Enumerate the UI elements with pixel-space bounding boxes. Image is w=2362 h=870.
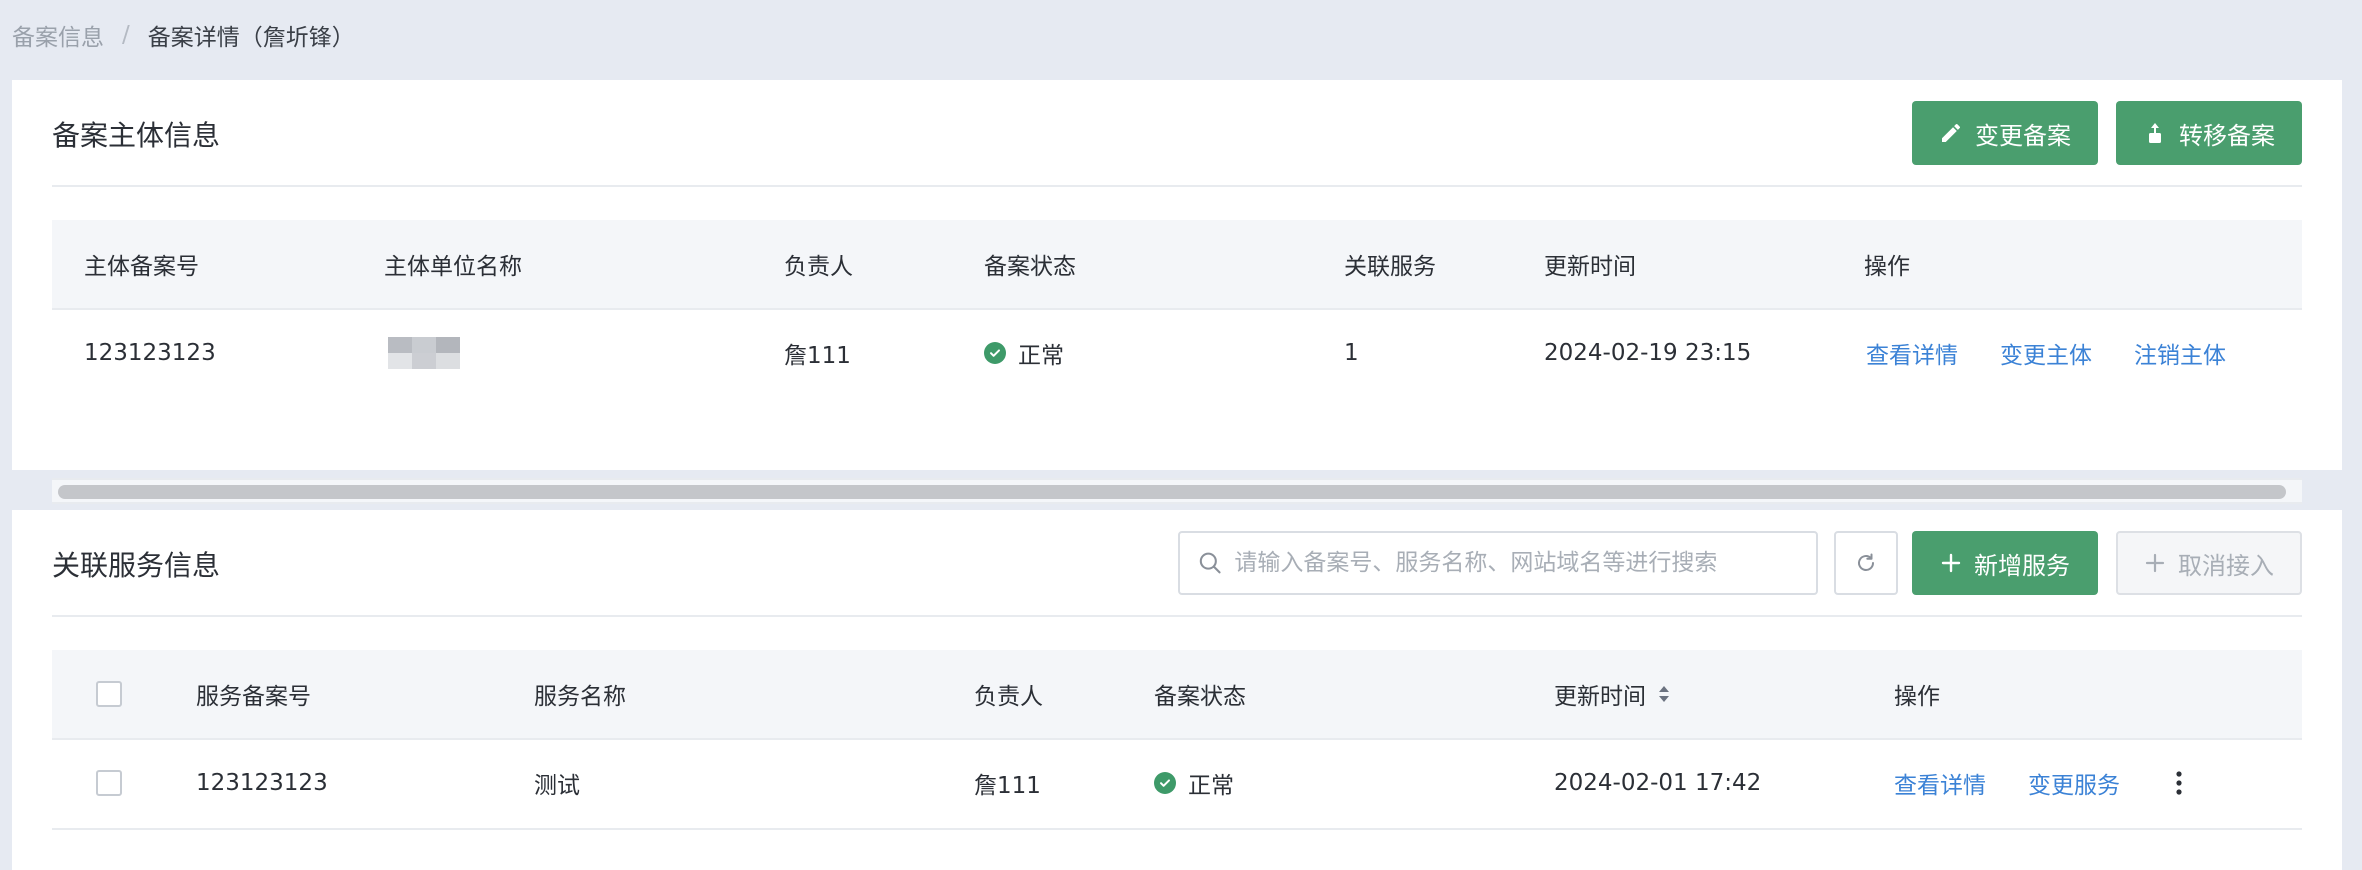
service-status: 正常	[1154, 738, 1234, 828]
entity-table: 主体备案号 主体单位名称 负责人 备案状态 关联服务 更新时间 操作 12312…	[52, 220, 2302, 510]
redacted-text	[388, 337, 460, 369]
service-section-title: 关联服务信息	[52, 549, 221, 582]
entity-record-no: 123123123	[84, 340, 216, 366]
change-record-label: 变更备案	[1975, 121, 2071, 150]
select-all-cell	[96, 650, 122, 738]
change-record-button[interactable]: 变更备案	[1912, 101, 2098, 165]
breadcrumb-current: 备案详情（詹圻锋）	[147, 25, 355, 51]
cancel-entity-link[interactable]: 注销主体	[2134, 308, 2226, 398]
check-circle-icon	[984, 342, 1006, 364]
service-updated-time: 2024-02-01 17:42	[1554, 770, 1762, 796]
entity-section-divider	[52, 185, 2302, 187]
service-info-card: 关联服务信息 新增服务 取消接入 服务备案号 服务名称	[12, 510, 2342, 870]
column-header: 主体备案号	[84, 254, 199, 280]
refresh-icon	[1858, 553, 1874, 571]
check-circle-icon	[1154, 772, 1176, 794]
plus-icon	[1941, 553, 1961, 573]
entity-status-label: 正常	[1018, 343, 1064, 369]
column-header: 备案状态	[984, 254, 1076, 280]
entity-updated-time: 2024-02-19 23:15	[1544, 340, 1752, 366]
table-row: 123123123 测试 詹111 正常 2024-02-01 17:42 查看…	[52, 738, 2302, 830]
add-service-label: 新增服务	[1974, 551, 2070, 580]
more-vertical-icon	[2176, 771, 2182, 795]
column-header: 负责人	[784, 254, 853, 280]
service-owner: 詹111	[974, 773, 1041, 799]
column-header: 操作	[1894, 684, 1940, 710]
refresh-button[interactable]	[1834, 531, 1898, 595]
service-table-header: 服务备案号 服务名称 负责人 备案状态 更新时间 操作	[52, 650, 2302, 740]
scrollbar-thumb[interactable]	[58, 485, 2286, 499]
view-details-link[interactable]: 查看详情	[1866, 308, 1958, 398]
change-entity-link[interactable]: 变更主体	[2000, 308, 2092, 398]
column-header: 操作	[1864, 254, 1910, 280]
cancel-access-button[interactable]: 取消接入	[2116, 531, 2302, 595]
search-input[interactable]	[1232, 549, 1816, 577]
column-header: 服务备案号	[196, 684, 311, 710]
service-record-no: 123123123	[196, 770, 328, 796]
add-service-button[interactable]: 新增服务	[1912, 531, 2098, 595]
transfer-record-button[interactable]: 转移备案	[2116, 101, 2302, 165]
change-service-link[interactable]: 变更服务	[2028, 738, 2120, 828]
column-header: 负责人	[974, 684, 1043, 710]
edit-icon	[1942, 123, 1960, 142]
column-header: 服务名称	[534, 684, 626, 710]
table-row: 123123123 詹111 正常 1 2024-02-19 23:15 查看详…	[52, 308, 2302, 398]
column-header: 更新时间	[1544, 254, 1636, 280]
entity-info-card: 备案主体信息 变更备案 转移备案 主体备案号 主体单位名称 负责人 备案状态 关…	[12, 80, 2342, 504]
more-actions-button[interactable]	[2174, 738, 2184, 828]
entity-unit-name-redacted	[388, 308, 460, 398]
service-status-label: 正常	[1188, 773, 1234, 799]
entity-section-title: 备案主体信息	[52, 119, 221, 152]
row-checkbox[interactable]	[96, 770, 122, 796]
search-box	[1178, 531, 1818, 595]
sort-icon	[1659, 686, 1669, 702]
entity-owner: 詹111	[784, 343, 851, 369]
plus-icon	[2145, 553, 2165, 573]
column-header: 关联服务	[1344, 254, 1436, 280]
view-details-link[interactable]: 查看详情	[1894, 738, 1986, 828]
transfer-record-label: 转移备案	[2179, 121, 2275, 150]
row-select-cell	[96, 738, 122, 828]
horizontal-scrollbar[interactable]	[52, 478, 2302, 504]
column-header: 更新时间	[1554, 684, 1646, 710]
transfer-icon	[2149, 123, 2161, 143]
entity-status: 正常	[984, 308, 1064, 398]
breadcrumb-separator: /	[122, 22, 130, 48]
entity-services-count: 1	[1344, 340, 1359, 366]
service-name: 测试	[534, 773, 580, 799]
search-icon	[1199, 552, 1221, 574]
breadcrumb-parent-link[interactable]: 备案信息	[12, 18, 104, 52]
updated-time-sort-header[interactable]: 更新时间	[1554, 650, 1672, 738]
entity-table-header: 主体备案号 主体单位名称 负责人 备案状态 关联服务 更新时间 操作	[52, 220, 2302, 310]
service-table: 服务备案号 服务名称 负责人 备案状态 更新时间 操作 123123123 测试…	[52, 650, 2302, 870]
cancel-access-label: 取消接入	[2178, 551, 2274, 580]
breadcrumb: 备案信息 / 备案详情（詹圻锋）	[12, 18, 355, 52]
service-section-divider	[52, 615, 2302, 617]
column-header: 备案状态	[1154, 684, 1246, 710]
column-header: 主体单位名称	[384, 254, 522, 280]
select-all-checkbox[interactable]	[96, 681, 122, 707]
